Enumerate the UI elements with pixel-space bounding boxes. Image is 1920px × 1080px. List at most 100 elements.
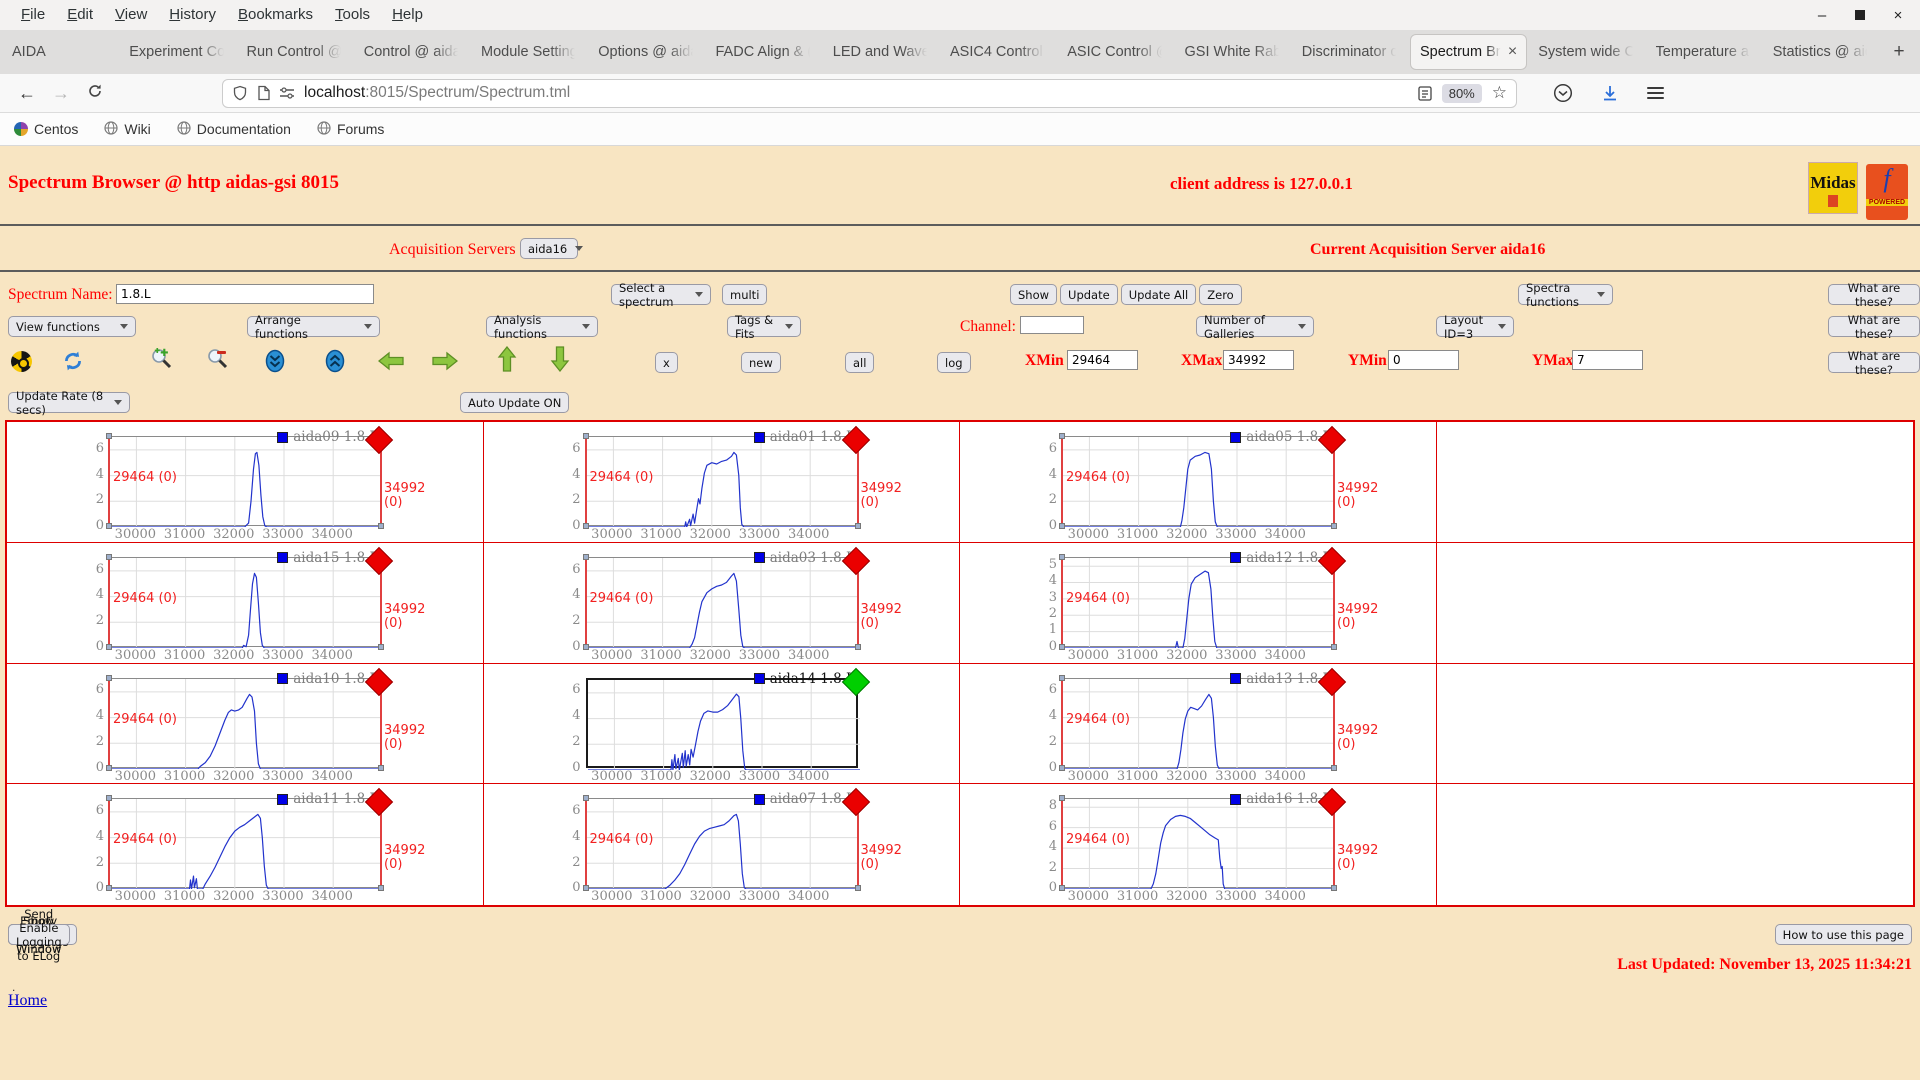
- number-of-galleries-dropdown[interactable]: Number of Galleries: [1196, 313, 1314, 341]
- new-tab-icon[interactable]: +: [1880, 30, 1918, 74]
- what-are-these-button[interactable]: What are these?: [1828, 349, 1920, 377]
- left-cursor-line[interactable]: [1059, 553, 1065, 650]
- arrow-down-icon[interactable]: [547, 346, 573, 372]
- url-text[interactable]: localhost:8015/Spectrum/Spectrum.tml: [304, 84, 1418, 102]
- spectra-functions-dropdown[interactable]: Spectra functions: [1518, 281, 1613, 309]
- left-cursor-line[interactable]: [582, 553, 589, 650]
- select-spectrum-dropdown[interactable]: Select a spectrum: [611, 281, 711, 309]
- browser-tab[interactable]: Discriminator c: [1293, 34, 1408, 70]
- reload-icon[interactable]: [78, 83, 112, 104]
- menu-item[interactable]: Edit: [56, 6, 104, 23]
- view-functions-dropdown[interactable]: View functions: [8, 316, 136, 337]
- minimize-icon[interactable]: –: [1814, 7, 1830, 24]
- left-cursor-line[interactable]: [582, 433, 589, 529]
- maximize-icon[interactable]: [1852, 7, 1868, 24]
- what-are-these-button[interactable]: What are these?: [1828, 313, 1920, 341]
- all-button[interactable]: all: [845, 352, 875, 373]
- bookmark-item[interactable]: Centos: [14, 121, 78, 137]
- how-to-use-button[interactable]: How to use this page: [1774, 924, 1912, 945]
- arrow-up-icon[interactable]: [494, 346, 520, 372]
- spectrum-action-button[interactable]: Zero: [1199, 284, 1242, 305]
- spectrum-name-input[interactable]: [116, 284, 374, 304]
- menu-item[interactable]: Tools: [324, 6, 381, 23]
- x-button[interactable]: x: [655, 352, 678, 373]
- left-cursor-line[interactable]: [1059, 433, 1065, 529]
- log-action-button[interactable]: Enable Logging: [8, 921, 70, 949]
- browser-tab[interactable]: AIDA: [3, 34, 118, 70]
- permissions-icon[interactable]: [279, 86, 295, 100]
- left-cursor-line[interactable]: [1059, 674, 1065, 771]
- menu-item[interactable]: File: [10, 6, 56, 23]
- new-button[interactable]: new: [741, 352, 781, 373]
- browser-tab[interactable]: Options @ aida: [589, 34, 704, 70]
- zoom-in-icon[interactable]: [148, 346, 174, 372]
- xmin-input[interactable]: [1067, 350, 1138, 370]
- collapse-icon[interactable]: [262, 348, 288, 374]
- arrange-functions-dropdown[interactable]: Arrange functions: [247, 313, 380, 341]
- zoom-out-icon[interactable]: [204, 346, 230, 372]
- pocket-icon[interactable]: [1553, 83, 1573, 103]
- auto-update-button[interactable]: Auto Update ON: [460, 392, 570, 413]
- menu-item[interactable]: View: [104, 6, 158, 23]
- tab-close-icon[interactable]: ×: [1508, 43, 1517, 61]
- browser-tab[interactable]: GSI White Rabl: [1176, 34, 1291, 70]
- browser-tab[interactable]: ASIC4 Control: [941, 34, 1056, 70]
- xmax-input[interactable]: [1223, 350, 1294, 370]
- spectrum-plot[interactable]: 0246 aida01 1.8.L 30000 31000 32000 33000 34…: [484, 422, 960, 542]
- browser-tab[interactable]: Statistics @ aid: [1764, 34, 1879, 70]
- spectrum-plot[interactable]: 0246 aida03 1.8.L 30000 31000 32000 33000 34…: [484, 543, 960, 663]
- back-icon[interactable]: ←: [10, 83, 44, 104]
- left-cursor-line[interactable]: [106, 674, 112, 771]
- log-button[interactable]: log: [937, 352, 971, 373]
- bookmark-item[interactable]: Wiki: [104, 120, 151, 138]
- spectrum-action-button[interactable]: Update: [1060, 284, 1118, 305]
- close-icon[interactable]: ×: [1890, 7, 1906, 24]
- spectrum-plot[interactable]: 0246 aida13 1.8.L 30000 31000 32000 33000 34…: [960, 664, 1436, 784]
- reader-view-icon[interactable]: [1418, 85, 1432, 101]
- plot-area[interactable]: [585, 677, 860, 770]
- browser-tab[interactable]: System wide C: [1529, 34, 1644, 70]
- bookmark-item[interactable]: Documentation: [177, 120, 291, 138]
- browser-tab[interactable]: Temperature ar: [1647, 34, 1762, 70]
- multi-button[interactable]: multi: [722, 284, 768, 305]
- spectrum-plot[interactable]: 0246 aida07 1.8.L 30000 31000 32000 33000 34…: [484, 784, 960, 905]
- browser-tab[interactable]: Spectrum Brc ×: [1410, 34, 1528, 70]
- browser-tab[interactable]: FADC Align & (: [707, 34, 822, 70]
- url-bar[interactable]: localhost:8015/Spectrum/Spectrum.tml 80%…: [222, 78, 1517, 108]
- spectrum-plot[interactable]: 0246 aida15 1.8.L 30000 31000 32000 33000 34…: [7, 543, 483, 663]
- update-rate-dropdown[interactable]: Update Rate (8 secs): [8, 389, 130, 417]
- arrow-right-icon[interactable]: [432, 348, 458, 374]
- menu-item[interactable]: Help: [381, 6, 434, 23]
- app-menu-icon[interactable]: [1647, 84, 1664, 102]
- spectrum-plot[interactable]: 0246 aida09 1.8.L 30000 31000 32000 33000 34…: [7, 422, 483, 542]
- spectrum-plot[interactable]: 012345 aida12 1.8.L 30000 31000 32000 33000…: [960, 543, 1436, 663]
- channel-input[interactable]: [1020, 316, 1084, 334]
- shield-icon[interactable]: [232, 85, 248, 102]
- browser-tab[interactable]: Experiment Co: [120, 34, 235, 70]
- arrow-left-icon[interactable]: [378, 348, 404, 374]
- ymax-input[interactable]: [1572, 350, 1643, 370]
- browser-tab[interactable]: ASIC Control @: [1058, 34, 1173, 70]
- spectrum-action-button[interactable]: Update All: [1120, 284, 1197, 305]
- home-link[interactable]: Home: [8, 992, 47, 1010]
- left-cursor-line[interactable]: [1059, 795, 1065, 892]
- left-cursor-line[interactable]: [582, 795, 589, 892]
- bookmark-item[interactable]: Forums: [317, 120, 384, 138]
- spectrum-plot[interactable]: 0246 aida11 1.8.L 30000 31000 32000 33000 34…: [7, 784, 483, 905]
- radiation-icon[interactable]: [8, 348, 34, 374]
- menu-item[interactable]: History: [158, 6, 227, 23]
- menu-item[interactable]: Bookmarks: [227, 6, 324, 23]
- browser-tab[interactable]: Module Setting: [472, 34, 587, 70]
- spectrum-plot[interactable]: 02468 aida16 1.8.L 30000 31000 32000 33000 3…: [960, 784, 1436, 905]
- left-cursor-line[interactable]: [106, 433, 112, 529]
- refresh-icon[interactable]: [60, 348, 86, 374]
- expand-icon[interactable]: [322, 348, 348, 374]
- spectrum-action-button[interactable]: Show: [1010, 284, 1058, 305]
- analysis-functions-dropdown[interactable]: Analysis functions: [486, 313, 598, 341]
- forward-icon[interactable]: →: [44, 83, 78, 104]
- browser-tab[interactable]: Control @ aida: [355, 34, 470, 70]
- zoom-level-badge[interactable]: 80%: [1441, 83, 1482, 103]
- layout-id-dropdown[interactable]: Layout ID=3: [1436, 313, 1514, 341]
- spectrum-plot[interactable]: 0246 aida10 1.8.L 30000 31000 32000 33000 34…: [7, 664, 483, 784]
- page-icon[interactable]: [257, 85, 271, 101]
